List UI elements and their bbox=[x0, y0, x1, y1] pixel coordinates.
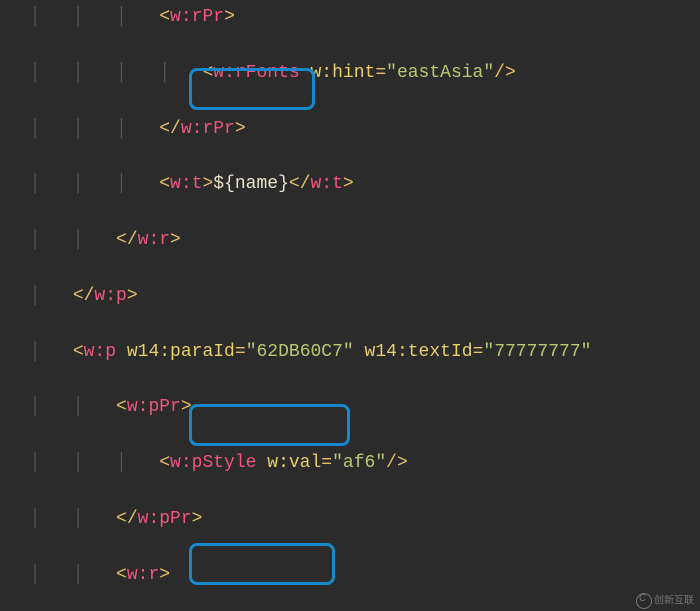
code-line: │ <w:p w14:paraId="62DB60C7" w14:textId=… bbox=[8, 339, 700, 367]
code-editor[interactable]: │ │ │ <w:rPr> │ │ │ │ <w:rFonts w:hint="… bbox=[0, 0, 700, 611]
code-line: │ │ <w:pPr> bbox=[8, 394, 700, 422]
code-line: │ │ │ <w:t>${name}</w:t> bbox=[8, 171, 700, 199]
code-line: │ │ │ <w:rPr> bbox=[8, 4, 700, 32]
code-line: │ │ │ </w:rPr> bbox=[8, 116, 700, 144]
template-var-name: ${name} bbox=[213, 174, 289, 194]
watermark-logo-icon bbox=[636, 593, 652, 609]
code-line: │ │ <w:r> bbox=[8, 562, 700, 590]
code-line: │ │ │ │ <w:rFonts w:hint="eastAsia"/> bbox=[8, 60, 700, 88]
watermark: 创新互联 bbox=[636, 593, 694, 609]
code-line: │ │ </w:r> bbox=[8, 227, 700, 255]
code-line: │ │ │ <w:pStyle w:val="af6"/> bbox=[8, 450, 700, 478]
code-line: │ │ </w:pPr> bbox=[8, 506, 700, 534]
code-line: │ </w:p> bbox=[8, 283, 700, 311]
watermark-text: 创新互联 bbox=[654, 596, 694, 607]
